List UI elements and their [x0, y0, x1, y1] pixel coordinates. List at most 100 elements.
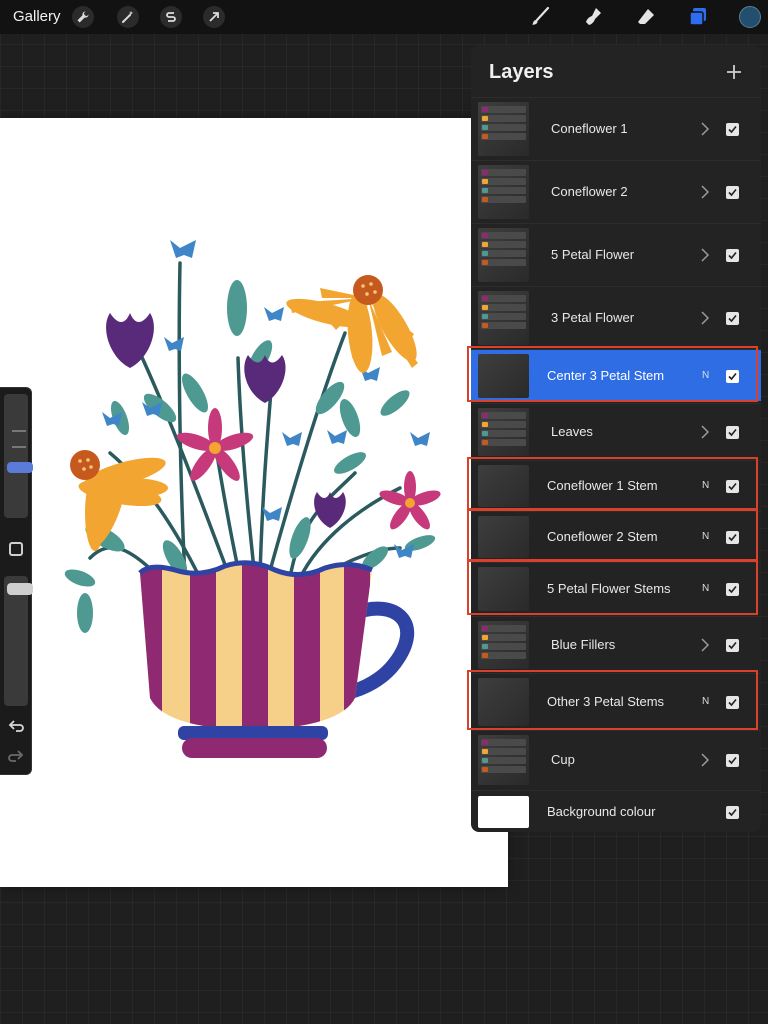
chevron-right-icon[interactable]	[700, 425, 710, 439]
layer-row-blue-fillers[interactable]: Blue Fillers	[471, 616, 761, 672]
layer-row-coneflower-1-stem[interactable]: Coneflower 1 Stem N	[471, 460, 761, 510]
drawing-canvas[interactable]	[0, 118, 508, 887]
layer-row-5-petal-flower-stems[interactable]: 5 Petal Flower Stems N	[471, 562, 761, 614]
layer-row-background-colour[interactable]: Background colour	[471, 790, 761, 832]
wrench-icon[interactable]	[72, 6, 94, 28]
current-color-swatch[interactable]	[739, 6, 761, 28]
layer-name: 5 Petal Flower Stems	[547, 581, 671, 596]
thumbnail-sublayer	[481, 232, 526, 239]
selection-s-icon[interactable]	[160, 6, 182, 28]
visibility-checkbox[interactable]	[726, 426, 739, 439]
blend-mode-button[interactable]: N	[702, 480, 709, 491]
thumbnail-sublayer	[481, 124, 526, 131]
undo-icon[interactable]	[7, 716, 25, 734]
layer-thumbnail	[478, 735, 529, 785]
thumbnail-sublayer	[481, 439, 526, 446]
visibility-checkbox[interactable]	[726, 806, 739, 819]
checkmark-icon	[728, 372, 737, 381]
layer-row-3-petal-flower[interactable]: 3 Petal Flower	[471, 286, 761, 348]
checkmark-icon	[728, 533, 737, 542]
chevron-right-icon[interactable]	[700, 638, 710, 652]
layer-row-leaves[interactable]: Leaves	[471, 403, 761, 459]
visibility-checkbox[interactable]	[726, 312, 739, 325]
chevron-right-icon[interactable]	[700, 185, 710, 199]
magic-wand-icon[interactable]	[117, 6, 139, 28]
visibility-checkbox[interactable]	[726, 583, 739, 596]
thumbnail-sublayer	[481, 412, 526, 419]
layer-row-coneflower-2[interactable]: Coneflower 2	[471, 160, 761, 222]
layer-thumbnail	[478, 678, 529, 726]
thumbnail-sublayer-preview	[482, 431, 488, 436]
layer-name: Leaves	[551, 424, 593, 439]
thumbnail-sublayer	[481, 133, 526, 140]
plus-icon[interactable]	[723, 61, 745, 83]
layer-row-coneflower-1[interactable]: Coneflower 1	[471, 97, 761, 159]
visibility-checkbox[interactable]	[726, 249, 739, 262]
chevron-right-icon[interactable]	[700, 248, 710, 262]
brush-size-slider[interactable]	[4, 394, 33, 518]
visibility-checkbox[interactable]	[726, 531, 739, 544]
thumbnail-sublayer-preview	[482, 125, 488, 130]
redo-icon[interactable]	[7, 746, 25, 764]
layer-name: Background colour	[547, 804, 656, 819]
chevron-right-icon[interactable]	[700, 753, 710, 767]
thumbnail-sublayer-preview	[482, 653, 488, 658]
eraser-icon[interactable]	[634, 5, 658, 29]
layer-thumbnail	[478, 621, 529, 669]
thumbnail-sublayer-preview	[482, 242, 488, 247]
brush-size-thumb[interactable]	[7, 462, 33, 473]
thumbnail-sublayer	[481, 187, 526, 194]
gallery-button[interactable]: Gallery	[13, 8, 61, 25]
modify-square-icon[interactable]	[9, 542, 23, 556]
visibility-checkbox[interactable]	[726, 696, 739, 709]
blend-mode-button[interactable]: N	[702, 370, 709, 381]
visibility-checkbox[interactable]	[726, 754, 739, 767]
checkmark-icon	[728, 756, 737, 765]
layer-thumbnail	[478, 567, 529, 611]
left-sidebar	[0, 387, 33, 775]
layer-name: 3 Petal Flower	[551, 310, 635, 325]
layer-name: Cup	[551, 752, 575, 767]
chevron-right-icon[interactable]	[700, 122, 710, 136]
thumbnail-sublayer	[481, 322, 526, 329]
visibility-checkbox[interactable]	[726, 480, 739, 493]
layer-row-other-3-petal-stems[interactable]: Other 3 Petal Stems N	[471, 673, 761, 729]
layer-thumbnail	[478, 354, 529, 398]
thumbnail-sublayer	[481, 241, 526, 248]
smudge-icon[interactable]	[581, 5, 605, 29]
thumbnail-sublayer	[481, 430, 526, 437]
opacity-thumb[interactable]	[7, 583, 33, 595]
layer-row-cup[interactable]: Cup	[471, 730, 761, 788]
brush-icon[interactable]	[528, 5, 552, 29]
layer-row-center-3-petal-stem[interactable]: Center 3 Petal Stem N	[471, 349, 761, 401]
thumbnail-sublayer-preview	[482, 251, 488, 256]
thumbnail-sublayer-preview	[482, 323, 488, 328]
visibility-checkbox[interactable]	[726, 123, 739, 136]
thumbnail-sublayer-preview	[482, 626, 488, 631]
top-toolbar: Gallery	[0, 0, 768, 34]
chevron-right-icon[interactable]	[700, 311, 710, 325]
visibility-checkbox[interactable]	[726, 370, 739, 383]
thumbnail-sublayer-preview	[482, 767, 488, 772]
checkmark-icon	[728, 314, 737, 323]
opacity-slider[interactable]	[4, 576, 33, 706]
layer-name: Other 3 Petal Stems	[547, 694, 665, 709]
layer-thumbnail	[478, 102, 529, 156]
blend-mode-button[interactable]: N	[702, 531, 709, 542]
layers-icon[interactable]	[686, 5, 710, 29]
layer-row-coneflower-2-stem[interactable]: Coneflower 2 Stem N	[471, 511, 761, 561]
thumbnail-sublayer	[481, 304, 526, 311]
layer-name: Coneflower 1 Stem	[547, 478, 658, 493]
thumbnail-sublayer	[481, 757, 526, 764]
layer-row-5-petal-flower[interactable]: 5 Petal Flower	[471, 223, 761, 285]
visibility-checkbox[interactable]	[726, 186, 739, 199]
thumbnail-sublayer-preview	[482, 740, 488, 745]
thumbnail-sublayer	[481, 421, 526, 428]
thumbnail-sublayer-preview	[482, 296, 488, 301]
thumbnail-sublayer-preview	[482, 422, 488, 427]
transform-arrow-icon[interactable]	[203, 6, 225, 28]
visibility-checkbox[interactable]	[726, 639, 739, 652]
blend-mode-button[interactable]: N	[702, 583, 709, 594]
blend-mode-button[interactable]: N	[702, 696, 709, 707]
layer-name: Blue Fillers	[551, 637, 616, 652]
